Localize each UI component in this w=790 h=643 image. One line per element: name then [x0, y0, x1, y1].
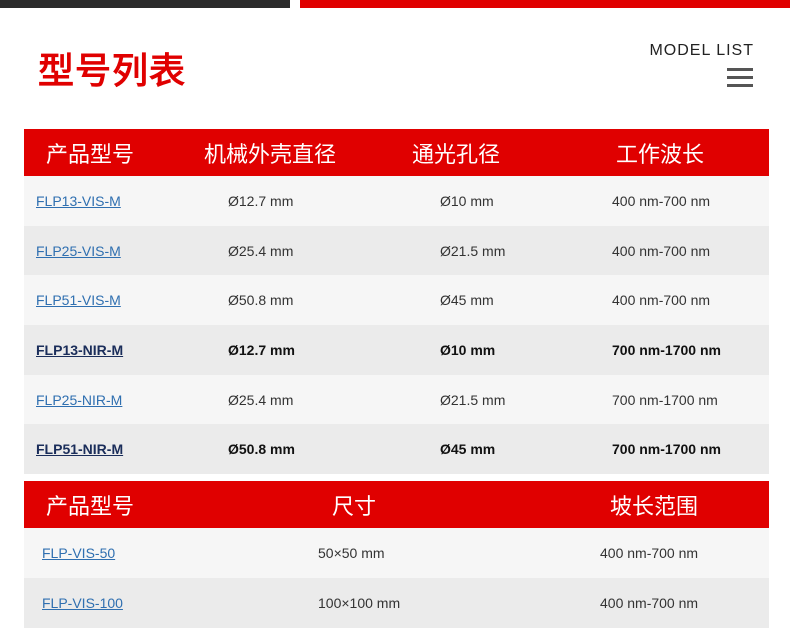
table-cell: Ø45 mm: [404, 424, 594, 475]
table-cell: 400 nm-700 nm: [564, 578, 769, 628]
table-cell: Ø45 mm: [404, 275, 594, 326]
column-header-size: 尺寸: [244, 481, 564, 528]
top-bar-dark: [0, 0, 290, 8]
model-table-1: 产品型号 机械外壳直径 通光孔径 工作波长 FLP13-VIS-M Ø12.7 …: [24, 129, 769, 475]
model-link[interactable]: FLP13-NIR-M: [36, 342, 123, 358]
table-cell: 400 nm-700 nm: [594, 225, 769, 276]
table-row: FLP-VIS-50 50×50 mm 400 nm-700 nm: [24, 528, 769, 578]
table-header-row: 产品型号 机械外壳直径 通光孔径 工作波长: [24, 129, 769, 176]
table-cell: 400 nm-700 nm: [564, 528, 769, 578]
table-cell: Ø10 mm: [404, 176, 594, 226]
top-bar-red: [300, 0, 790, 8]
page-title: 型号列表: [38, 51, 187, 92]
table-row: FLP-VIS-100 100×100 mm 400 nm-700 nm: [24, 578, 769, 628]
table-header-row: 产品型号 尺寸 坡长范围: [24, 481, 769, 528]
model-link[interactable]: FLP51-VIS-M: [36, 292, 121, 308]
table-cell: 700 nm-1700 nm: [594, 374, 769, 425]
table-row: FLP25-VIS-M Ø25.4 mm Ø21.5 mm 400 nm-700…: [24, 225, 769, 276]
table-row: FLP25-NIR-M Ø25.4 mm Ø21.5 mm 700 nm-170…: [24, 374, 769, 425]
model-link[interactable]: FLP25-NIR-M: [36, 392, 122, 408]
table-cell: Ø25.4 mm: [204, 374, 404, 425]
table-row: FLP13-VIS-M Ø12.7 mm Ø10 mm 400 nm-700 n…: [24, 176, 769, 226]
table-row: FLP51-NIR-M Ø50.8 mm Ø45 mm 700 nm-1700 …: [24, 424, 769, 475]
hamburger-menu-icon[interactable]: [727, 68, 753, 88]
model-link[interactable]: FLP-VIS-100: [42, 595, 123, 611]
model-table-2: 产品型号 尺寸 坡长范围 FLP-VIS-50 50×50 mm 400 nm-…: [24, 481, 769, 628]
column-header-housing-diameter: 机械外壳直径: [204, 129, 404, 176]
table-cell: 400 nm-700 nm: [594, 176, 769, 226]
table-cell: Ø10 mm: [404, 325, 594, 375]
table-cell: Ø12.7 mm: [204, 176, 404, 226]
column-header-model: 产品型号: [24, 481, 244, 528]
model-link[interactable]: FLP-VIS-50: [42, 545, 115, 561]
top-accent-bar: [0, 0, 790, 8]
column-header-model: 产品型号: [24, 129, 204, 176]
table-cell: 700 nm-1700 nm: [594, 325, 769, 375]
table-row: FLP51-VIS-M Ø50.8 mm Ø45 mm 400 nm-700 n…: [24, 275, 769, 326]
table-cell: Ø21.5 mm: [404, 374, 594, 425]
table-row: FLP13-NIR-M Ø12.7 mm Ø10 mm 700 nm-1700 …: [24, 325, 769, 375]
table-cell: Ø25.4 mm: [204, 225, 404, 276]
table-cell: Ø12.7 mm: [204, 325, 404, 375]
model-list-label: MODEL LIST: [649, 42, 754, 59]
column-header-wavelength: 工作波长: [594, 129, 769, 176]
column-header-wavelength-range: 坡长范围: [564, 481, 769, 528]
table-cell: Ø50.8 mm: [204, 275, 404, 326]
table-cell: 100×100 mm: [244, 578, 564, 628]
table-cell: 700 nm-1700 nm: [594, 424, 769, 475]
table-cell: Ø21.5 mm: [404, 225, 594, 276]
table-cell: 400 nm-700 nm: [594, 275, 769, 326]
model-link[interactable]: FLP13-VIS-M: [36, 193, 121, 209]
table-cell: Ø50.8 mm: [204, 424, 404, 475]
column-header-clear-aperture: 通光孔径: [404, 129, 594, 176]
model-link[interactable]: FLP25-VIS-M: [36, 243, 121, 259]
model-link[interactable]: FLP51-NIR-M: [36, 441, 123, 457]
table-cell: 50×50 mm: [244, 528, 564, 578]
